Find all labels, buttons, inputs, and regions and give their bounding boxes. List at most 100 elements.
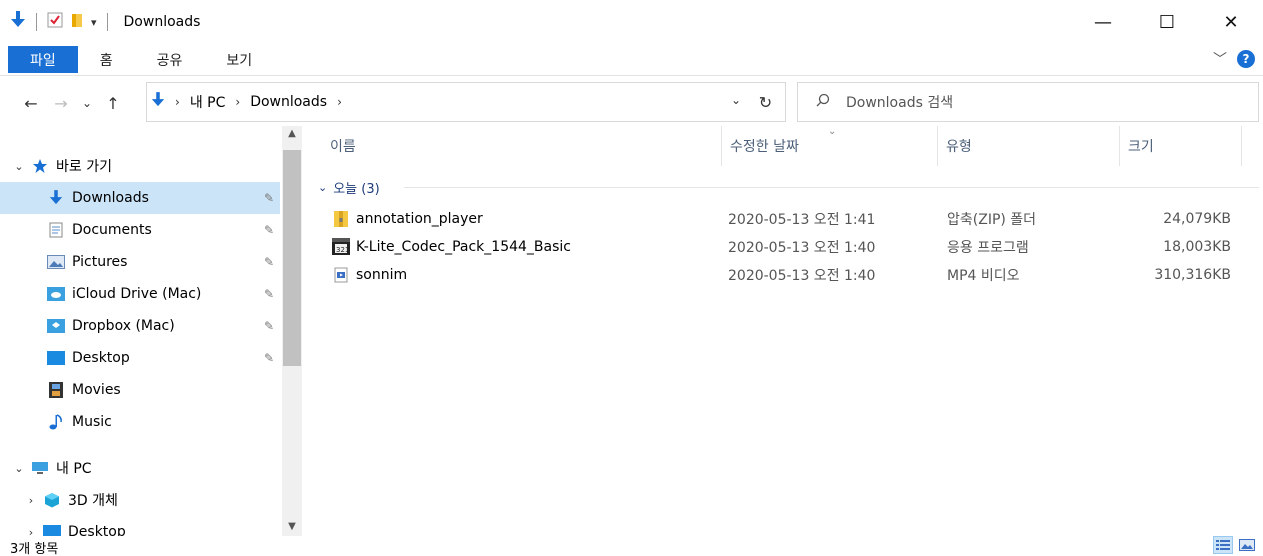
address-bar[interactable]: › 내 PC › Downloads › ⌄ ↻ [146, 82, 786, 122]
minimize-button[interactable]: — [1071, 0, 1135, 44]
group-header-today[interactable]: ⌄ 오늘 (3) [318, 178, 380, 197]
sidebar-item-label: Dropbox (Mac) [72, 318, 175, 334]
back-button[interactable]: ← [16, 94, 46, 113]
sidebar-item-pictures[interactable]: Pictures ✎ [0, 246, 280, 278]
download-arrow-icon [46, 190, 66, 206]
file-type: 압축(ZIP) 폴더 [947, 212, 1037, 228]
scroll-up-arrow-icon[interactable]: ▲ [282, 128, 302, 139]
details-view-icon [1216, 540, 1230, 550]
sidebar-item-dropbox[interactable]: Dropbox (Mac) ✎ [0, 310, 280, 342]
help-icon[interactable]: ? [1237, 50, 1255, 68]
details-view-button[interactable] [1213, 536, 1233, 554]
maximize-button[interactable]: ☐ [1135, 0, 1199, 44]
download-arrow-icon[interactable] [10, 11, 26, 33]
pin-icon: ✎ [263, 351, 274, 365]
sidebar-item-label: 3D 개체 [68, 493, 118, 509]
new-folder-icon[interactable] [69, 12, 85, 32]
address-dropdown-button[interactable]: ⌄ [731, 93, 741, 107]
sidebar-item-documents[interactable]: Documents ✎ [0, 214, 280, 246]
expand-chevron-icon[interactable]: › [20, 526, 42, 537]
pin-icon: ✎ [263, 255, 274, 269]
column-label: 수정한 날짜 [730, 139, 799, 155]
large-icons-view-button[interactable] [1237, 536, 1257, 554]
tab-share[interactable]: 공유 [135, 44, 205, 75]
sidebar-item-desktop-pc[interactable]: › Desktop [0, 516, 280, 536]
forward-button[interactable]: → [46, 94, 76, 113]
sidebar-item-label: 바로 가기 [56, 159, 112, 175]
file-type: 응용 프로그램 [947, 240, 1029, 256]
group-divider [404, 187, 1259, 188]
collapse-chevron-icon[interactable]: ⌄ [8, 160, 30, 173]
search-box[interactable]: Downloads 검색 [797, 82, 1259, 122]
sidebar-item-movies[interactable]: Movies [0, 374, 280, 406]
refresh-button[interactable]: ↻ [745, 83, 785, 121]
column-header-name[interactable]: 이름 [322, 126, 722, 166]
sidebar-item-icloud[interactable]: iCloud Drive (Mac) ✎ [0, 278, 280, 310]
sidebar-item-label: Desktop [68, 524, 126, 536]
breadcrumb-this-pc[interactable]: 내 PC [190, 92, 226, 112]
title-bar: ▾ Downloads — ☐ ✕ [0, 0, 1263, 44]
breadcrumb-separator[interactable]: › [175, 95, 180, 109]
document-icon [46, 222, 66, 238]
navigation-pane: ⌄ 바로 가기 Downloads ✎ Documents ✎ Pictures… [0, 126, 302, 536]
breadcrumb-separator[interactable]: › [337, 95, 342, 109]
computer-icon [30, 460, 50, 476]
column-label: 크기 [1128, 139, 1154, 155]
sidebar-this-pc[interactable]: ⌄ 내 PC [0, 452, 280, 484]
desktop-icon [42, 524, 62, 536]
quick-access-toolbar: ▾ Downloads [0, 0, 200, 44]
recent-locations-button[interactable]: ⌄ [76, 96, 98, 110]
sort-indicator-icon: ⌄ [828, 126, 837, 137]
sidebar-item-label: Desktop [72, 350, 130, 366]
pin-icon: ✎ [263, 191, 274, 205]
file-size: 310,316KB [1154, 267, 1231, 283]
qa-customize-dropdown[interactable]: ▾ [91, 16, 97, 29]
table-row[interactable]: annotation_player 2020-05-13 오전 1:41 압축(… [302, 206, 1263, 232]
icloud-icon [46, 286, 66, 302]
star-icon [30, 158, 50, 174]
search-input[interactable]: Downloads 검색 [846, 92, 953, 112]
properties-icon[interactable] [47, 12, 63, 32]
window-controls: — ☐ ✕ [1071, 0, 1263, 44]
status-bar: 3개 항목 [0, 536, 1263, 556]
scrollbar-thumb[interactable] [283, 150, 301, 366]
sidebar-item-downloads[interactable]: Downloads ✎ [0, 182, 280, 214]
breadcrumb-separator[interactable]: › [235, 95, 240, 109]
collapse-chevron-icon[interactable]: ⌄ [8, 462, 30, 475]
window-title: Downloads [123, 14, 201, 30]
dropbox-icon [46, 318, 66, 334]
column-label: 이름 [330, 139, 356, 155]
collapse-chevron-icon[interactable]: ⌄ [318, 181, 327, 194]
expand-chevron-icon[interactable]: › [20, 494, 42, 507]
film-icon [46, 382, 66, 398]
scroll-down-arrow-icon[interactable]: ▼ [282, 521, 302, 532]
pin-icon: ✎ [263, 319, 274, 333]
column-header-type[interactable]: 유형 [938, 126, 1120, 166]
up-button[interactable]: ↑ [98, 94, 128, 113]
close-button[interactable]: ✕ [1199, 0, 1263, 44]
sidebar-item-music[interactable]: Music [0, 406, 280, 438]
table-row[interactable]: 321 K-Lite_Codec_Pack_1544_Basic 2020-05… [302, 234, 1263, 260]
tab-view[interactable]: 보기 [204, 44, 274, 75]
tab-file[interactable]: 파일 [8, 46, 78, 73]
sidebar-item-label: Documents [72, 222, 152, 238]
sidebar-item-3d-objects[interactable]: › 3D 개체 [0, 484, 280, 516]
pin-icon: ✎ [263, 287, 274, 301]
breadcrumb-downloads[interactable]: Downloads [250, 94, 327, 110]
sidebar-item-desktop[interactable]: Desktop ✎ [0, 342, 280, 374]
item-count: 3개 항목 [10, 542, 59, 556]
column-header-size[interactable]: 크기 [1120, 126, 1242, 166]
ribbon-expand-icon[interactable]: ﹀ [1213, 49, 1227, 69]
tab-home[interactable]: 홈 [78, 44, 135, 75]
table-row[interactable]: sonnim 2020-05-13 오전 1:40 MP4 비디오 310,31… [302, 262, 1263, 288]
file-name: K-Lite_Codec_Pack_1544_Basic [356, 239, 571, 255]
application-icon: 321 [332, 238, 350, 256]
sidebar-scrollbar[interactable]: ▲ ▼ [282, 126, 302, 536]
file-type: MP4 비디오 [947, 268, 1020, 284]
file-size: 24,079KB [1163, 211, 1231, 227]
sidebar-quick-access[interactable]: ⌄ 바로 가기 [0, 150, 280, 182]
sidebar-item-label: Music [72, 414, 112, 430]
zip-folder-icon [332, 210, 350, 228]
file-list: 이름 수정한 날짜 ⌄ 유형 크기 ⌄ 오늘 (3) annotation_pl… [302, 126, 1263, 536]
cube-3d-icon [42, 492, 62, 508]
